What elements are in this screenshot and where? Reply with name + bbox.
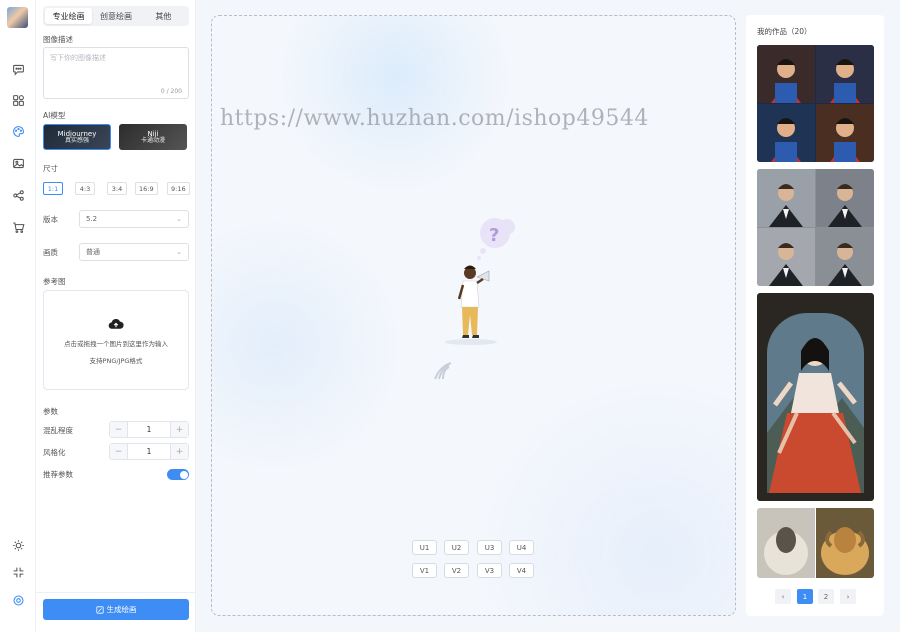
thumbnail-image	[757, 508, 874, 578]
chaos-increment-button[interactable]: +	[171, 422, 188, 437]
recommend-label: 推荐参数	[43, 470, 73, 479]
prompt-counter: 0 / 200	[160, 88, 182, 95]
thumbnail-image	[757, 45, 874, 162]
stylize-value[interactable]: 1	[127, 444, 171, 459]
apps-icon[interactable]	[9, 91, 27, 109]
pagination-next-button[interactable]: ›	[840, 589, 856, 604]
thumbnail-image	[757, 293, 874, 501]
chevron-down-icon: ⌄	[176, 215, 182, 223]
gallery-title: 我的作品（20）	[757, 27, 812, 36]
quality-select[interactable]: 普通 ⌄	[79, 243, 189, 261]
variation-v1-button[interactable]: V1	[412, 563, 437, 578]
pagination-page-2[interactable]: 2	[818, 589, 834, 604]
gallery-thumbnail[interactable]	[757, 508, 874, 578]
ratio-1-1[interactable]: 1:1	[43, 182, 63, 195]
drawing-canvas: https://www.huzhan.com/ishop49544 ? U1 U…	[211, 15, 736, 616]
prompt-input[interactable]: 写下你的图像描述 0 / 200	[43, 47, 189, 99]
mode-tabs: 专业绘画 创意绘画 其他	[43, 6, 189, 26]
image-icon[interactable]	[9, 154, 27, 172]
params-label: 参数	[43, 407, 58, 416]
upload-hint: 点击或拖拽一个图片到这里作为输入	[64, 339, 168, 348]
toggle-knob	[179, 470, 188, 479]
upscale-u2-button[interactable]: U2	[444, 540, 469, 555]
cloud-upload-icon	[108, 318, 124, 329]
edit-icon	[95, 605, 104, 614]
empty-state-illustration: ?	[434, 218, 515, 380]
thumbnail-image	[757, 169, 874, 286]
upscale-u3-button[interactable]: U3	[477, 540, 502, 555]
works-gallery: 我的作品（20） ‹ 1 2 ›	[746, 15, 884, 616]
watermark-text: https://www.huzhan.com/ishop49544	[220, 106, 649, 131]
generate-label: 生成绘画	[106, 605, 137, 614]
chaos-stepper[interactable]: − 1 +	[109, 421, 189, 438]
size-label: 尺寸	[43, 164, 58, 173]
prompt-label: 图像描述	[43, 35, 73, 44]
ratio-9-16[interactable]: 9:16	[167, 182, 190, 195]
reference-label: 参考图	[43, 277, 66, 286]
pagination-page-1[interactable]: 1	[797, 589, 813, 604]
chaos-decrement-button[interactable]: −	[110, 422, 127, 437]
recommend-toggle[interactable]	[167, 469, 189, 480]
palette-icon[interactable]	[9, 122, 27, 140]
reference-upload-area[interactable]: 点击或拖拽一个图片到这里作为输入 支持PNG/JPG格式	[43, 290, 189, 390]
stylize-stepper[interactable]: − 1 +	[109, 443, 189, 460]
variation-v2-button[interactable]: V2	[444, 563, 469, 578]
ratio-3-4[interactable]: 3:4	[107, 182, 127, 195]
model-niji-sub: 卡通动漫	[140, 136, 165, 144]
model-label: AI模型	[43, 111, 66, 120]
model-midjourney-button[interactable]: Midjourney 真实感强	[43, 124, 111, 150]
prompt-placeholder: 写下你的图像描述	[50, 54, 106, 62]
ratio-16-9[interactable]: 16:9	[135, 182, 158, 195]
variation-v3-button[interactable]: V3	[477, 563, 502, 578]
chevron-down-icon: ⌄	[176, 248, 182, 256]
tab-creative[interactable]: 创意绘画	[92, 8, 139, 24]
version-value: 5.2	[86, 215, 98, 223]
upscale-u1-button[interactable]: U1	[412, 540, 437, 555]
model-niji-button[interactable]: Niji 卡通动漫	[119, 124, 187, 150]
settings-icon[interactable]	[9, 591, 27, 609]
model-midjourney-sub: 真实感强	[64, 136, 89, 144]
version-select[interactable]: 5.2 ⌄	[79, 210, 189, 228]
version-label: 版本	[43, 215, 58, 224]
stylize-increment-button[interactable]: +	[171, 444, 188, 459]
generate-button[interactable]: 生成绘画	[43, 599, 189, 620]
pagination-prev-button[interactable]: ‹	[775, 589, 791, 604]
ratio-4-3[interactable]: 4:3	[75, 182, 95, 195]
collapse-icon[interactable]	[9, 563, 27, 581]
settings-panel: 专业绘画 创意绘画 其他 图像描述 写下你的图像描述 0 / 200 AI模型 …	[36, 0, 196, 632]
svg-text:?: ?	[489, 225, 499, 246]
stylize-decrement-button[interactable]: −	[110, 444, 127, 459]
share-icon[interactable]	[9, 186, 27, 204]
quality-label: 画质	[43, 248, 58, 257]
gallery-thumbnail[interactable]	[757, 45, 874, 162]
upload-format-hint: 支持PNG/JPG格式	[89, 356, 143, 365]
avatar[interactable]	[7, 7, 28, 28]
upscale-u4-button[interactable]: U4	[509, 540, 534, 555]
stylize-label: 风格化	[43, 448, 66, 457]
cart-icon[interactable]	[9, 218, 27, 236]
chat-icon[interactable]	[9, 60, 27, 78]
gallery-thumbnail[interactable]	[757, 169, 874, 286]
icon-rail	[0, 0, 36, 632]
variation-v4-button[interactable]: V4	[509, 563, 534, 578]
tab-professional[interactable]: 专业绘画	[45, 8, 93, 24]
chaos-label: 混乱程度	[43, 426, 73, 435]
gallery-thumbnail[interactable]	[757, 293, 874, 501]
tab-other[interactable]: 其他	[140, 8, 187, 24]
sun-icon[interactable]	[9, 536, 27, 554]
quality-value: 普通	[86, 248, 100, 256]
chaos-value[interactable]: 1	[127, 422, 171, 437]
divider	[36, 592, 196, 593]
